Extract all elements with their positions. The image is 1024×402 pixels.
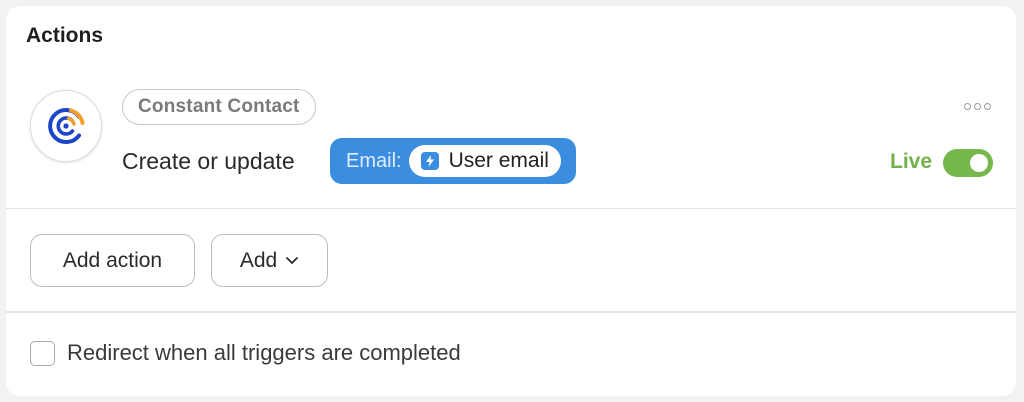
add-dropdown-button[interactable]: Add bbox=[211, 234, 328, 287]
email-field-label: Email: bbox=[346, 149, 402, 172]
toggle-knob bbox=[970, 154, 988, 172]
action-description: Create or update bbox=[122, 148, 295, 174]
chevron-down-icon bbox=[285, 256, 299, 265]
divider bbox=[6, 208, 1016, 209]
add-action-button[interactable]: Add action bbox=[30, 234, 195, 287]
constant-contact-logo-icon bbox=[30, 90, 102, 162]
action-row[interactable]: Constant Contact Create or update Email:… bbox=[6, 66, 1016, 208]
redirect-label: Redirect when all triggers are completed bbox=[67, 340, 461, 365]
app-name-chip[interactable]: Constant Contact bbox=[122, 89, 316, 125]
bolt-icon bbox=[420, 152, 439, 170]
redirect-option[interactable]: Redirect when all triggers are completed bbox=[30, 340, 461, 366]
more-horizontal-icon[interactable] bbox=[964, 103, 991, 110]
live-toggle[interactable] bbox=[943, 149, 993, 177]
live-status-label: Live bbox=[890, 150, 933, 173]
actions-panel: Actions Constant Contact Create or updat… bbox=[6, 6, 1016, 396]
add-button-label: Add bbox=[239, 248, 278, 272]
section-title: Actions bbox=[26, 24, 104, 47]
redirect-checkbox[interactable] bbox=[30, 340, 55, 366]
divider bbox=[6, 311, 1016, 313]
user-email-label: User email bbox=[448, 149, 549, 172]
user-email-chip[interactable]: User email bbox=[408, 145, 561, 177]
email-field-pill[interactable]: Email: User email bbox=[330, 138, 576, 184]
